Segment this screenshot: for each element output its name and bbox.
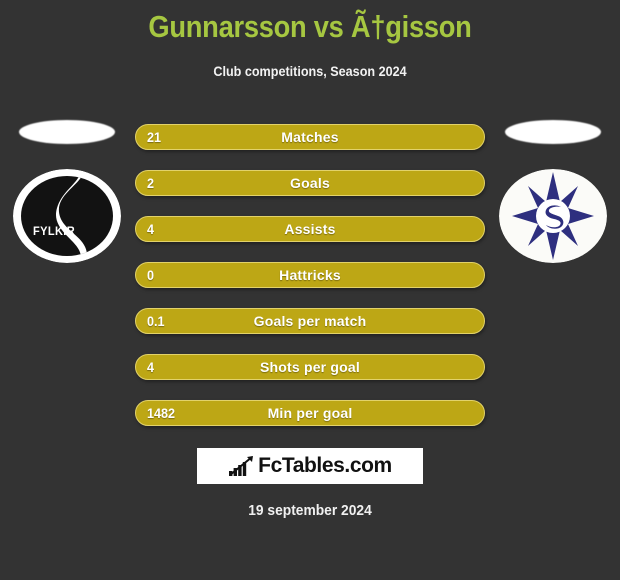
- generated-date: 19 september 2024: [248, 502, 372, 519]
- stat-row: 1482 Min per goal: [135, 400, 485, 426]
- stat-label: Assists: [284, 221, 336, 237]
- page-title: Gunnarsson vs Ã†gisson: [148, 9, 472, 44]
- stat-row: 2 Goals: [135, 170, 485, 196]
- stat-row: 0 Hattricks: [135, 262, 485, 288]
- home-team-badge: FYLKIR: [12, 118, 122, 268]
- fylkir-swoosh-shape: [55, 176, 87, 256]
- fylkir-crest-icon: FYLKIR: [13, 169, 121, 263]
- badge-highlight-ellipse: [505, 120, 601, 144]
- star-crest-icon: [499, 169, 607, 263]
- stat-row: 4 Shots per goal: [135, 354, 485, 380]
- fylkir-wordmark: FYLKIR: [33, 224, 76, 238]
- stat-label: Shots per goal: [259, 359, 361, 375]
- stat-label: Matches: [281, 129, 339, 145]
- stat-row: 21 Matches: [135, 124, 485, 150]
- stat-label: Goals: [290, 175, 330, 191]
- bar-chart-icon: [229, 456, 254, 476]
- stat-row: 4 Assists: [135, 216, 485, 242]
- page-subtitle: Club competitions, Season 2024: [213, 63, 407, 79]
- stat-label: Min per goal: [267, 405, 353, 421]
- compass-star-shape: [512, 172, 594, 260]
- fctables-brand[interactable]: FcTables.com: [197, 448, 423, 484]
- away-team-badge: [498, 118, 608, 268]
- stat-bar-list: 21 Matches 2 Goals 4 Assists 0 Hattricks…: [135, 124, 485, 446]
- stat-comparison-card: Gunnarsson vs Ã†gisson Club competitions…: [0, 0, 620, 580]
- brand-wordmark: FcTables.com: [258, 454, 392, 477]
- stat-label: Hattricks: [279, 267, 341, 283]
- badge-highlight-ellipse: [19, 120, 115, 144]
- stat-row: 0.1 Goals per match: [135, 308, 485, 334]
- stat-label: Goals per match: [253, 313, 367, 329]
